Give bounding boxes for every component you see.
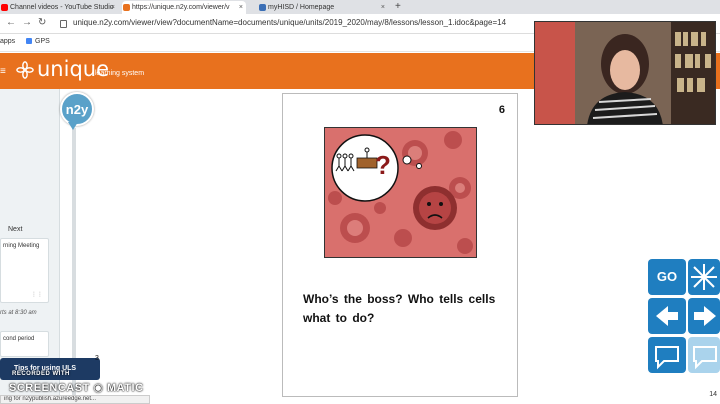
- schedule-card-morning-meeting[interactable]: rning Meeting ⋮⋮: [0, 238, 49, 303]
- close-icon[interactable]: ×: [381, 1, 385, 14]
- tab-youtube-studio[interactable]: Channel videos - YouTube Studio ×: [0, 1, 118, 14]
- app-logo-text: unique: [37, 57, 110, 81]
- youtube-icon: [1, 4, 8, 11]
- cell-illustration: ?: [324, 127, 477, 258]
- url-field[interactable]: unique.n2y.com/viewer/view?documentName=…: [73, 18, 506, 27]
- go-button[interactable]: GO: [648, 259, 686, 295]
- tab-n2y-viewer[interactable]: https://unique.n2y.com/viewer/v ×: [122, 1, 246, 14]
- expand-arrows-icon: [691, 264, 717, 290]
- reload-icon[interactable]: ↻: [38, 17, 46, 28]
- speak-button[interactable]: [648, 337, 686, 373]
- next-page-button[interactable]: [688, 298, 720, 334]
- tab-label: Channel videos - YouTube Studio: [10, 4, 114, 11]
- lock-icon: [60, 20, 67, 28]
- recorded-with-label: RECORDED WITH: [12, 371, 70, 377]
- cells-boss-picture-icon: ?: [325, 128, 476, 257]
- start-time-text: rts at 8:30 am: [0, 310, 37, 316]
- page-number: 6: [498, 104, 505, 116]
- schedule-card-second-period[interactable]: cond period: [0, 331, 49, 357]
- svg-text:?: ?: [375, 150, 391, 180]
- close-icon[interactable]: ×: [239, 1, 243, 14]
- previous-page-button[interactable]: [648, 298, 686, 334]
- webcam-video: [534, 21, 716, 125]
- n2y-badge-tail: [68, 122, 78, 130]
- presenter-video-frame-icon: [535, 22, 715, 124]
- screencast-o-matic-watermark: SCREENCAST ◉ MATIC: [9, 382, 144, 394]
- bookmark-apps[interactable]: apps: [0, 38, 15, 45]
- next-label: Next: [8, 226, 23, 233]
- n2y-badge[interactable]: n2y: [60, 92, 94, 126]
- unique-logo-icon: [16, 61, 34, 79]
- app-logo-subtitle: learning system: [95, 70, 145, 77]
- lesson-page: 6 ? Who’s the boss? Who tells cells what…: [282, 93, 518, 397]
- page-counter: 14: [709, 391, 717, 398]
- arrow-right-icon: [694, 306, 716, 326]
- gps-icon: [26, 38, 32, 44]
- question-text: Who’s the boss? Who tells cells what to …: [303, 292, 496, 325]
- speech-bubble-page-icon: [693, 346, 717, 370]
- fullscreen-button[interactable]: [688, 259, 720, 295]
- n2y-favicon-icon: [123, 4, 130, 11]
- browser-tab-bar: Channel videos - YouTube Studio × https:…: [0, 0, 720, 14]
- speak-page-button[interactable]: [688, 337, 720, 373]
- close-icon[interactable]: ×: [111, 1, 115, 14]
- new-tab-button[interactable]: +: [395, 0, 401, 13]
- browser-status-bar: ing for n2ypublish.azureedge.net...: [0, 395, 150, 404]
- hisd-favicon-icon: [259, 4, 266, 11]
- arrow-left-icon: [656, 306, 678, 326]
- speech-bubble-icon: [655, 346, 679, 370]
- menu-icon[interactable]: ≡: [0, 66, 6, 77]
- drag-handle-icon[interactable]: ⋮⋮: [31, 292, 43, 298]
- forward-icon[interactable]: →: [22, 17, 32, 28]
- tips-count-badge: 3: [95, 355, 99, 362]
- bookmark-gps[interactable]: GPS: [26, 38, 50, 45]
- tab-label: https://unique.n2y.com/viewer/v: [132, 4, 230, 11]
- tab-label: myHISD / Homepage: [268, 4, 335, 11]
- tab-myhisd[interactable]: myHISD / Homepage ×: [258, 1, 388, 14]
- back-icon[interactable]: ←: [6, 17, 16, 28]
